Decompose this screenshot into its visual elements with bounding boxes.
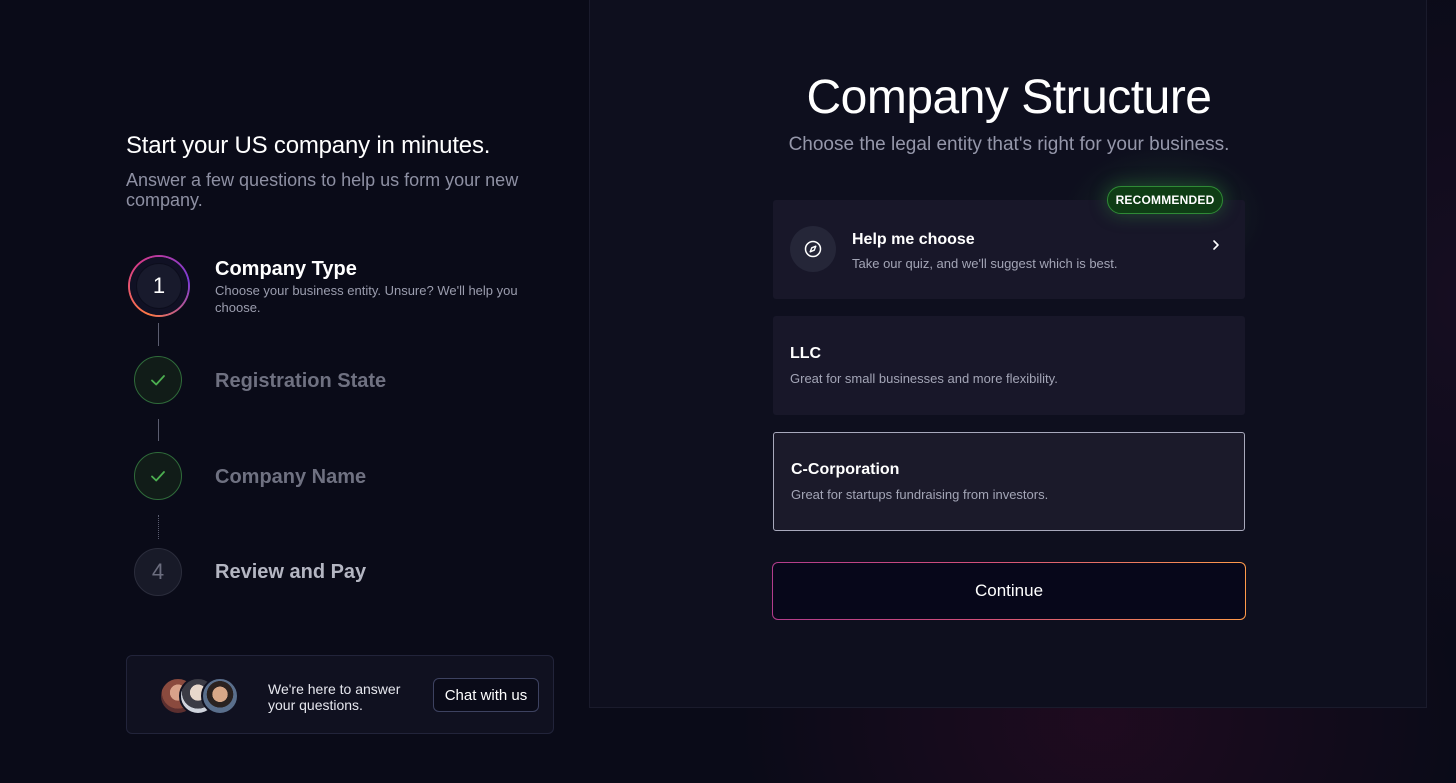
option-description: Great for startups fundraising from inve… (791, 487, 1049, 502)
main-panel: Company Structure Choose the legal entit… (589, 0, 1427, 708)
continue-button-border: Continue (772, 562, 1246, 620)
chat-with-us-button[interactable]: Chat with us (433, 678, 539, 712)
option-title: Help me choose (852, 231, 975, 248)
step-4-title[interactable]: Review and Pay (215, 561, 366, 584)
compass-icon (790, 226, 836, 272)
step-connector-dotted (158, 515, 160, 539)
step-4-indicator[interactable]: 4 (134, 548, 182, 596)
option-c-corporation[interactable]: C-Corporation Great for startups fundrai… (773, 432, 1245, 531)
recommended-badge: RECOMMENDED (1107, 186, 1223, 214)
option-title: C-Corporation (791, 461, 900, 478)
step-1-number: 1 (137, 264, 181, 308)
sidebar-subtitle: Answer a few questions to help us form y… (126, 170, 519, 210)
option-llc[interactable]: LLC Great for small businesses and more … (773, 316, 1245, 415)
step-1-title[interactable]: Company Type (215, 258, 357, 281)
page-subtitle: Choose the legal entity that's right for… (788, 134, 1230, 155)
option-description: Take our quiz, and we'll suggest which i… (852, 256, 1118, 271)
continue-button[interactable]: Continue (773, 563, 1245, 619)
chevron-right-icon (1209, 238, 1223, 252)
step-3-indicator[interactable] (134, 452, 182, 500)
option-title: LLC (790, 345, 822, 362)
avatar (201, 677, 239, 715)
page: Start your US company in minutes. Answer… (0, 0, 1456, 783)
check-icon (151, 375, 165, 386)
help-text: We're here to answer your questions. (268, 681, 401, 713)
step-connector (158, 419, 159, 441)
option-help-me-choose[interactable]: Help me choose Take our quiz, and we'll … (773, 200, 1245, 299)
step-1-description: Choose your business entity. Unsure? We'… (215, 283, 518, 315)
sidebar-title: Start your US company in minutes. (126, 132, 491, 159)
help-card: We're here to answer your questions. Cha… (126, 655, 554, 734)
option-description: Great for small businesses and more flex… (790, 371, 1058, 386)
step-3-title[interactable]: Company Name (215, 466, 366, 489)
step-connector (158, 323, 159, 346)
check-icon (151, 471, 165, 482)
page-title: Company Structure (806, 71, 1212, 124)
step-2-title[interactable]: Registration State (215, 370, 386, 393)
step-2-indicator[interactable] (134, 356, 182, 404)
step-1-indicator[interactable]: 1 (128, 255, 190, 317)
